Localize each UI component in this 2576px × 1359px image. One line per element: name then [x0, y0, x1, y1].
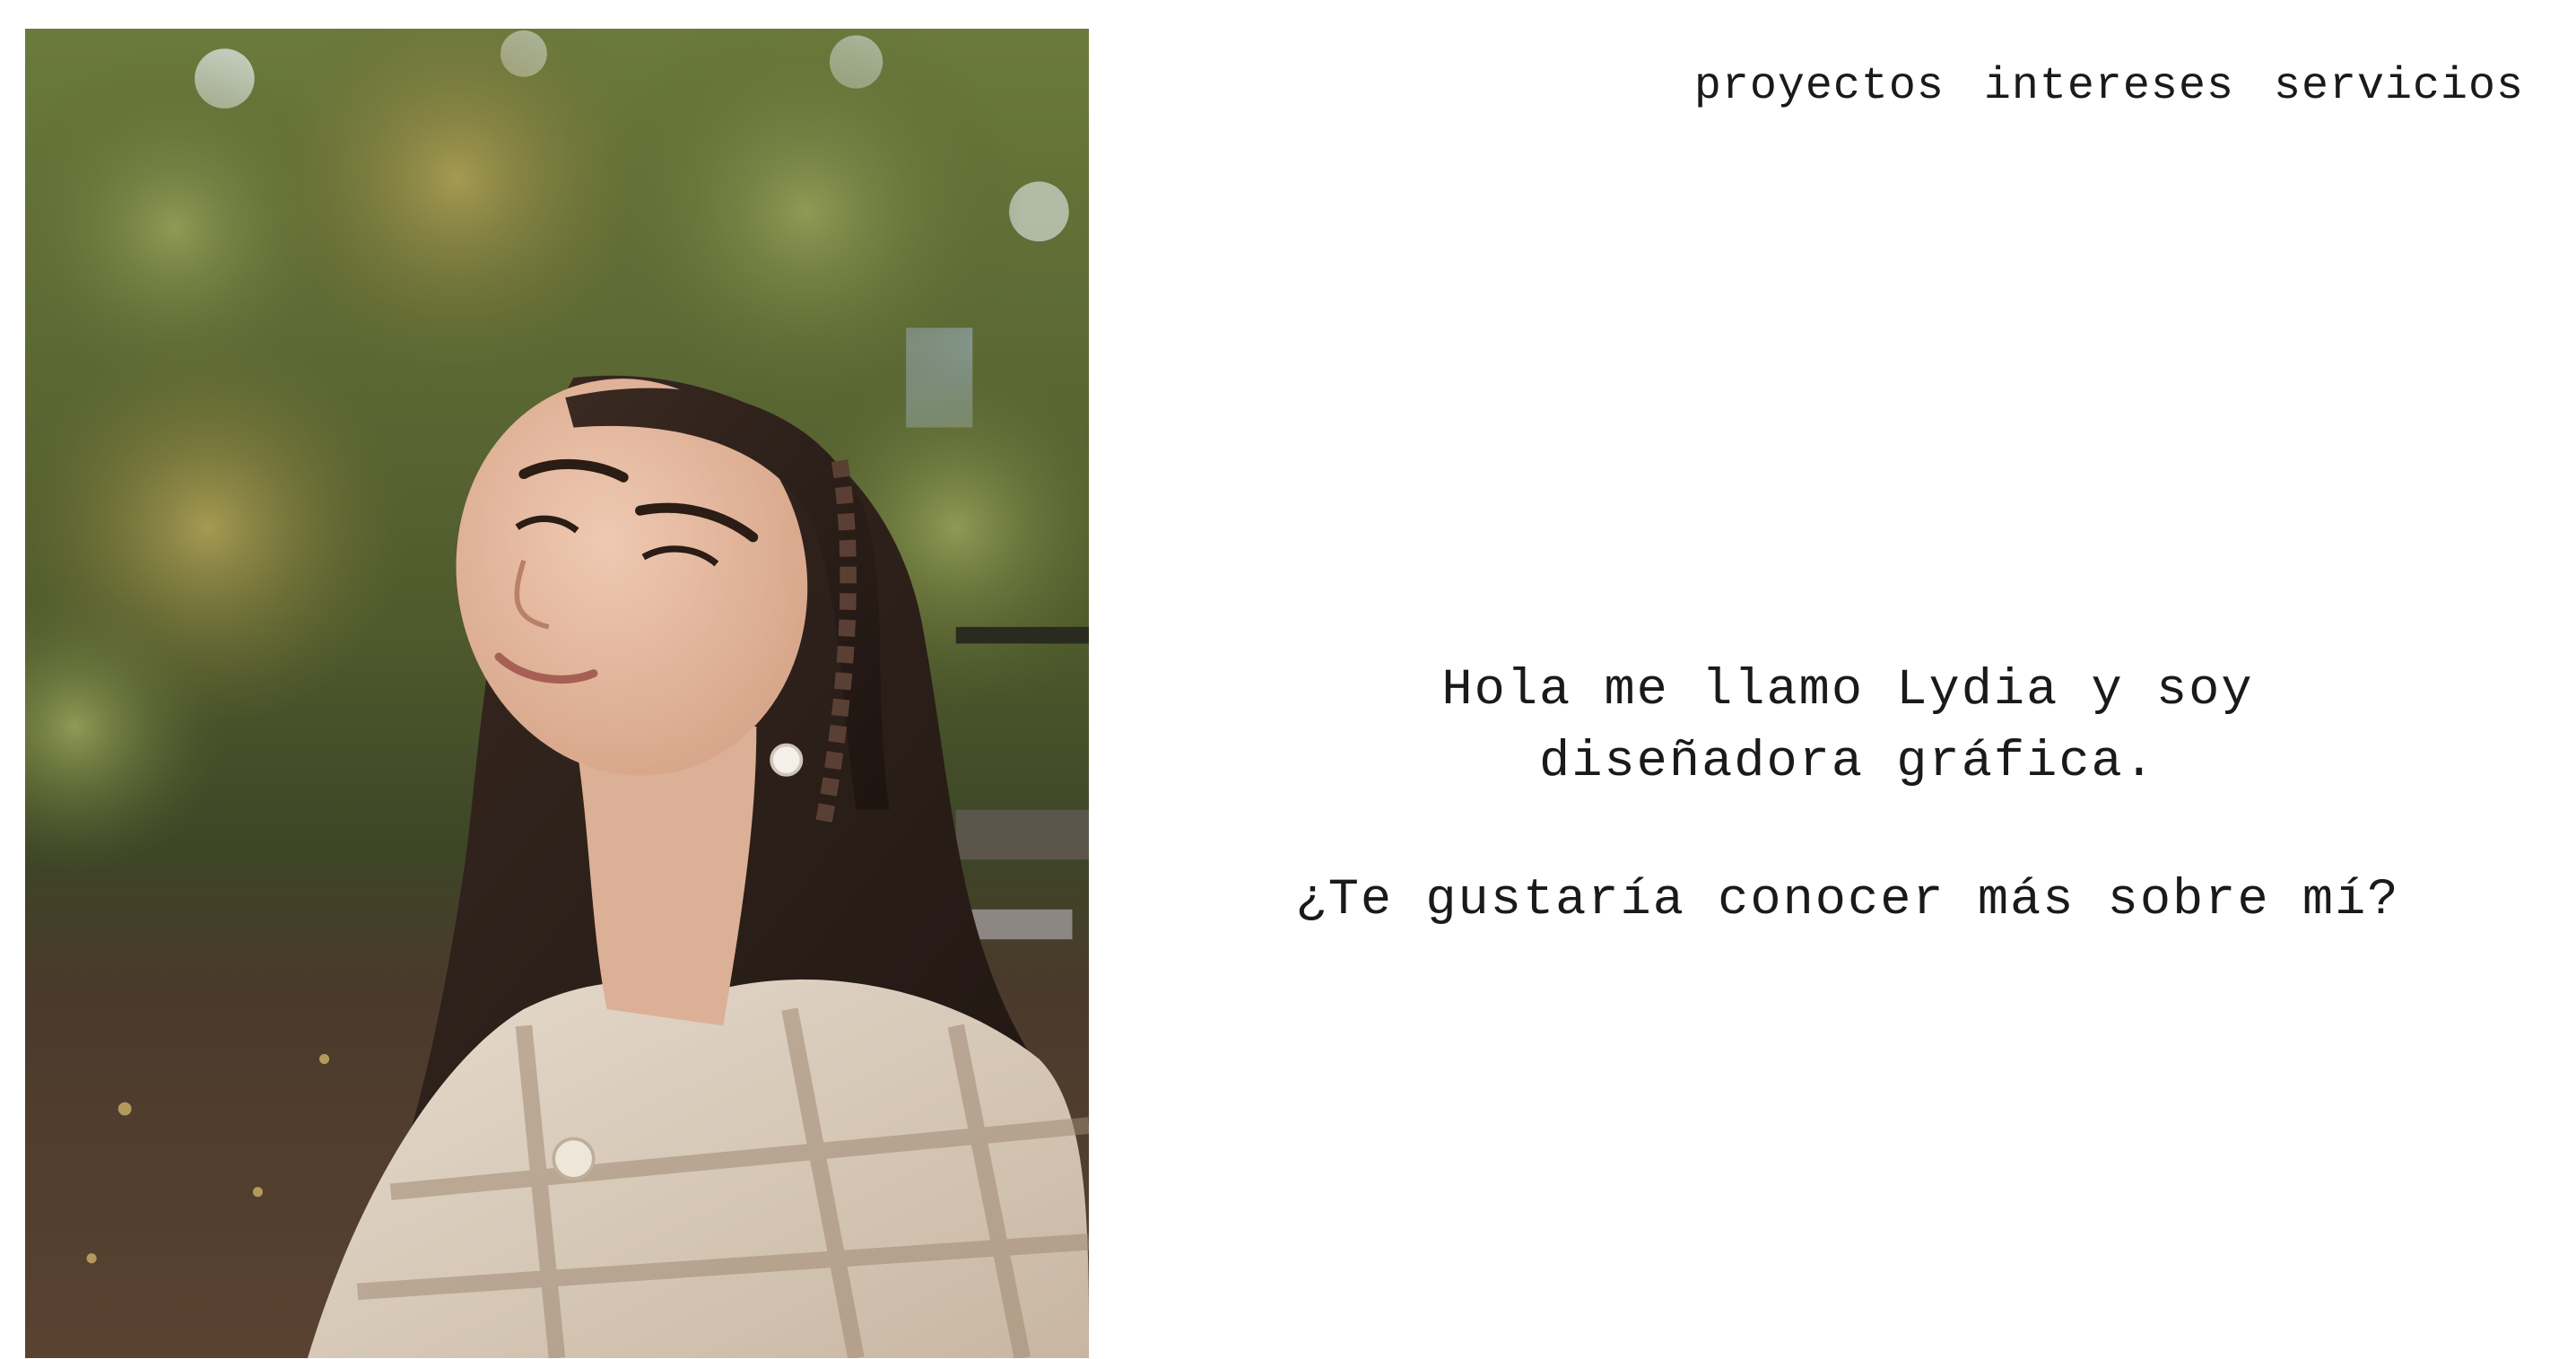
main-nav: proyectos intereses servicios: [1694, 61, 2524, 112]
intro-line-2: diseñadora gráfica.: [1539, 734, 2156, 791]
intro-line-1: Hola me llamo Lydia y soy: [1441, 662, 2254, 719]
nav-link-servicios[interactable]: servicios: [2274, 61, 2524, 112]
portrait-illustration: [25, 29, 1089, 1358]
intro-section: Hola me llamo Lydia y soy diseñadora grá…: [1166, 655, 2529, 936]
portrait-photo: [25, 29, 1089, 1358]
intro-question: ¿Te gustaría conocer más sobre mí?: [1295, 872, 2400, 929]
nav-link-intereses[interactable]: intereses: [1984, 61, 2234, 112]
nav-link-proyectos[interactable]: proyectos: [1694, 61, 1945, 112]
